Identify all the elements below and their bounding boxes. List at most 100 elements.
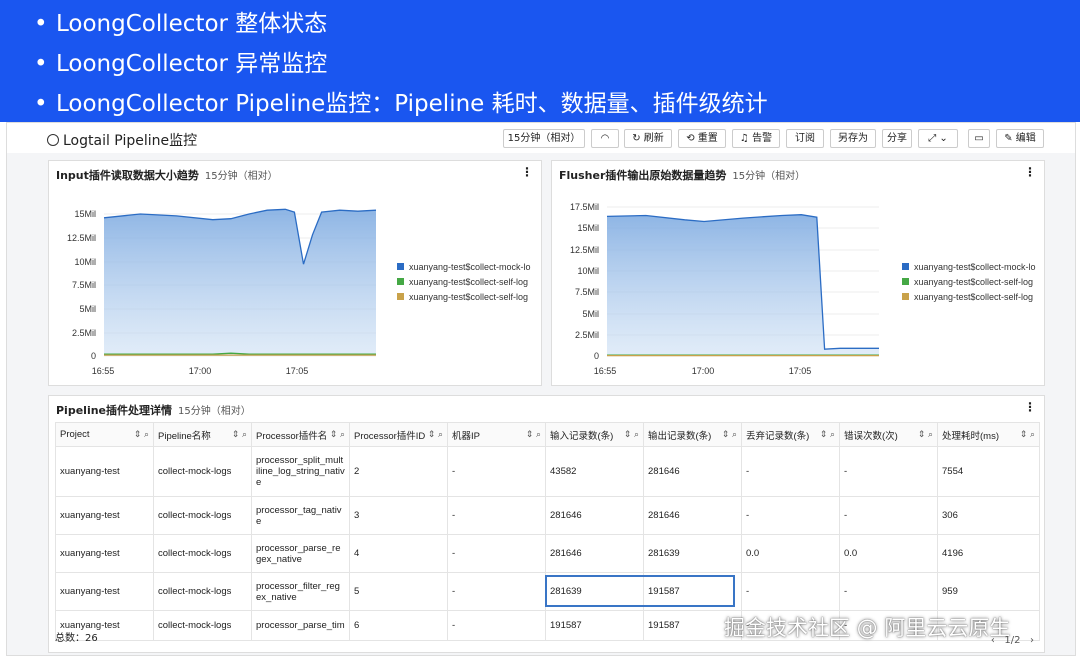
x-tick-label: 16:55 bbox=[92, 366, 115, 376]
sort-filter-icon[interactable]: ⇕ ⌕ bbox=[232, 429, 247, 440]
legend-item[interactable]: xuanyang-test$collect-self-log bbox=[397, 292, 540, 302]
flusher-trend-chart: 17.5Mil 15Mil 12.5Mil 10Mil 7.5Mil 5Mil 2.5Mil… bbox=[570, 202, 879, 376]
table-cell: 191587 bbox=[643, 572, 742, 611]
table-cell: xuanyang-test bbox=[55, 572, 154, 611]
legend-item[interactable]: xuanyang-test$collect-mock-lo bbox=[397, 262, 540, 272]
table-row[interactable]: xuanyang-test collect-mock-logs processor_… bbox=[55, 446, 1040, 497]
column-header[interactable]: 机器IP ⇕ ⌕ bbox=[447, 422, 546, 447]
dashboard-toolbar: Logtail Pipeline监控 15分钟（相对） ◠ ↻ 刷新 ⟲ 重置 … bbox=[7, 123, 1075, 153]
reset-button[interactable]: ⟲ 重置 bbox=[678, 129, 726, 148]
table-cell: 306 bbox=[937, 496, 1040, 535]
y-tick-label: 12.5Mil bbox=[67, 233, 96, 243]
x-tick-label: 17:05 bbox=[286, 366, 309, 376]
next-page-icon[interactable]: › bbox=[1030, 635, 1034, 646]
table-cell: 281646 bbox=[643, 446, 742, 497]
fullscreen-button[interactable]: ⤢ ⌄ bbox=[918, 129, 958, 148]
table-cell: 43582 bbox=[545, 446, 644, 497]
y-tick-label: 12.5Mil bbox=[570, 245, 599, 255]
table-header-row: Project ⇕ ⌕ Pipeline名称 ⇕ ⌕ Processor插件名 ⇕ ⌕ Pr… bbox=[55, 422, 1040, 447]
table-cell: xuanyang-test bbox=[55, 534, 154, 573]
y-tick-label: 0 bbox=[91, 351, 96, 361]
table-row[interactable]: xuanyang-test collect-mock-logs processor_… bbox=[55, 534, 1040, 573]
dashboard-title: Logtail Pipeline监控 bbox=[47, 130, 197, 150]
pipeline-table: Project ⇕ ⌕ Pipeline名称 ⇕ ⌕ Processor插件名 ⇕ ⌕ Pr… bbox=[55, 422, 1040, 641]
column-header[interactable]: Project ⇕ ⌕ bbox=[55, 422, 154, 447]
refresh-button[interactable]: ↻ 刷新 bbox=[624, 129, 672, 148]
sort-filter-icon[interactable]: ⇕ ⌕ bbox=[526, 429, 541, 440]
y-tick-label: 0 bbox=[594, 351, 599, 361]
column-header[interactable]: 错误次数(次) ⇕ ⌕ bbox=[839, 422, 938, 447]
table-cell: 2 bbox=[349, 446, 448, 497]
column-header[interactable]: 丢弃记录数(条) ⇕ ⌕ bbox=[741, 422, 840, 447]
flusher-trend-panel: Flusher插件输出原始数据量趋势 15分钟（相对） ⋮ 17.5Mil 15Mi… bbox=[551, 160, 1045, 386]
input-trend-panel: Input插件读取数据大小趋势 15分钟（相对） ⋮ 15Mil 12.5Mil 10… bbox=[48, 160, 542, 386]
y-tick-label: 5Mil bbox=[79, 304, 96, 314]
table-cell: 281639 bbox=[545, 572, 644, 611]
sort-filter-icon[interactable]: ⇕ ⌕ bbox=[820, 429, 835, 440]
y-tick-label: 17.5Mil bbox=[570, 202, 599, 212]
legend-swatch bbox=[397, 263, 404, 270]
table-cell: xuanyang-test bbox=[55, 446, 154, 497]
column-header[interactable]: 输出记录数(条) ⇕ ⌕ bbox=[643, 422, 742, 447]
sort-filter-icon[interactable]: ⇕ ⌕ bbox=[330, 429, 345, 440]
table-row[interactable]: xuanyang-test collect-mock-logs processor_… bbox=[55, 572, 1040, 611]
share-button[interactable]: 分享 bbox=[882, 129, 912, 148]
watermark: 掘金技术社区 @ 阿里云云原生 bbox=[724, 616, 1011, 640]
table-cell: 281646 bbox=[545, 534, 644, 573]
table-cell: 0.0 bbox=[839, 534, 938, 573]
table-cell: - bbox=[447, 572, 546, 611]
history-icon: ⟲ bbox=[686, 133, 698, 144]
alert-button[interactable]: ♫ 告警 bbox=[732, 129, 780, 148]
y-tick-label: 15Mil bbox=[577, 223, 599, 233]
banner-bullet: LoongCollector 整体状态 bbox=[34, 4, 1080, 44]
table-cell: - bbox=[447, 534, 546, 573]
gauge-icon[interactable]: ◠ bbox=[591, 129, 619, 148]
y-tick-label: 10Mil bbox=[577, 266, 599, 276]
series-area bbox=[104, 209, 376, 356]
column-header[interactable]: Processor插件名 ⇕ ⌕ bbox=[251, 422, 350, 447]
legend-item[interactable]: xuanyang-test$collect-self-log bbox=[902, 277, 1043, 287]
sort-filter-icon[interactable]: ⇕ ⌕ bbox=[624, 429, 639, 440]
column-header[interactable]: 处理耗时(ms) ⇕ ⌕ bbox=[937, 422, 1040, 447]
legend-swatch bbox=[397, 293, 404, 300]
column-header[interactable]: Pipeline名称 ⇕ ⌕ bbox=[153, 422, 252, 447]
save-as-button[interactable]: 另存为 bbox=[830, 129, 876, 148]
y-tick-label: 15Mil bbox=[74, 209, 96, 219]
x-tick-label: 17:05 bbox=[789, 366, 812, 376]
pencil-icon: ✎ bbox=[1004, 133, 1016, 144]
sort-filter-icon[interactable]: ⇕ ⌕ bbox=[428, 429, 443, 440]
sort-filter-icon[interactable]: ⇕ ⌕ bbox=[918, 429, 933, 440]
column-header[interactable]: 输入记录数(条) ⇕ ⌕ bbox=[545, 422, 644, 447]
table-cell: 191587 bbox=[545, 610, 644, 641]
table-cell: 959 bbox=[937, 572, 1040, 611]
legend-item[interactable]: xuanyang-test$collect-self-log bbox=[902, 292, 1043, 302]
table-cell: 0.0 bbox=[741, 534, 840, 573]
legend-swatch bbox=[397, 278, 404, 285]
edit-button[interactable]: ✎ 编辑 bbox=[996, 129, 1044, 148]
subscribe-button[interactable]: 订阅 bbox=[786, 129, 824, 148]
table-row[interactable]: xuanyang-test collect-mock-logs processor_… bbox=[55, 496, 1040, 535]
sort-filter-icon[interactable]: ⇕ ⌕ bbox=[134, 429, 149, 440]
sort-filter-icon[interactable]: ⇕ ⌕ bbox=[722, 429, 737, 440]
table-cell: collect-mock-logs bbox=[153, 610, 252, 641]
bell-icon: ♫ bbox=[739, 133, 753, 144]
dashboard-icon bbox=[47, 134, 59, 146]
column-header[interactable]: Processor插件ID ⇕ ⌕ bbox=[349, 422, 448, 447]
time-range-button[interactable]: 15分钟（相对） bbox=[503, 129, 585, 148]
sort-filter-icon[interactable]: ⇕ ⌕ bbox=[1020, 429, 1035, 440]
table-cell: - bbox=[741, 572, 840, 611]
slide-banner: LoongCollector 整体状态 LoongCollector 异常监控 … bbox=[0, 0, 1080, 124]
x-tick-label: 17:00 bbox=[189, 366, 212, 376]
table-cell: - bbox=[839, 446, 938, 497]
table-cell: processor_split_multiline_log_string_nat… bbox=[251, 446, 350, 497]
legend-item[interactable]: xuanyang-test$collect-self-log bbox=[397, 277, 540, 287]
legend-item[interactable]: xuanyang-test$collect-mock-lo bbox=[902, 262, 1043, 272]
table-cell: - bbox=[447, 496, 546, 535]
x-tick-label: 17:00 bbox=[692, 366, 715, 376]
table-cell: 5 bbox=[349, 572, 448, 611]
banner-bullet: LoongCollector 异常监控 bbox=[34, 44, 1080, 84]
table-cell: processor_filter_regex_native bbox=[251, 572, 350, 611]
comment-icon[interactable]: ▭ bbox=[968, 129, 990, 148]
more-icon[interactable]: ⋮ bbox=[1024, 400, 1036, 414]
table-cell: - bbox=[447, 446, 546, 497]
